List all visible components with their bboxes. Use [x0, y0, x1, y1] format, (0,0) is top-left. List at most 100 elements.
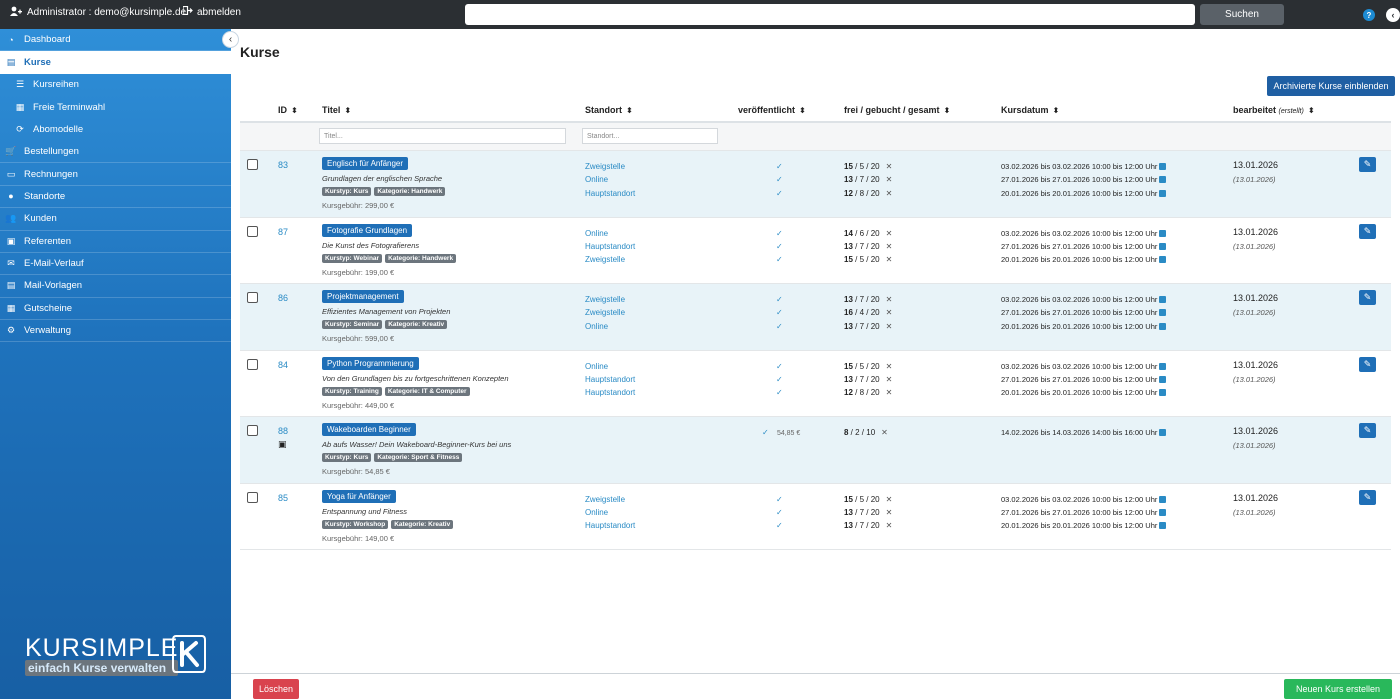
location-link[interactable]: Hauptstandort: [585, 521, 635, 530]
location-link[interactable]: Online: [585, 175, 608, 184]
location-link[interactable]: Zweigstelle: [585, 308, 625, 317]
col-capacity[interactable]: frei / gebucht / gesamt ⬍: [844, 105, 950, 115]
close-icon[interactable]: ✕: [886, 322, 893, 331]
calendar-icon[interactable]: [1159, 495, 1167, 503]
row-checkbox[interactable]: [247, 491, 258, 503]
close-icon[interactable]: ✕: [886, 229, 893, 238]
location-link[interactable]: Zweigstelle: [585, 162, 625, 171]
new-course-button[interactable]: Neuen Kurs erstellen: [1284, 679, 1392, 699]
row-checkbox[interactable]: [247, 425, 258, 436]
sidebar-item-gutscheine[interactable]: ▦ Gutscheine: [0, 298, 231, 321]
col-date[interactable]: Kursdatum ⬍: [1001, 105, 1059, 115]
close-icon[interactable]: ✕: [886, 388, 893, 397]
close-icon[interactable]: ✕: [886, 295, 893, 304]
calendar-icon[interactable]: [1159, 242, 1167, 250]
search-input[interactable]: [465, 4, 1195, 25]
close-icon[interactable]: ✕: [886, 175, 893, 184]
close-icon[interactable]: ✕: [886, 495, 893, 504]
close-icon[interactable]: ✕: [886, 521, 893, 530]
sidebar-item-rechnungen[interactable]: ▭ Rechnungen: [0, 163, 231, 186]
calendar-icon[interactable]: [1159, 309, 1167, 317]
close-icon[interactable]: ✕: [886, 375, 893, 384]
row-checkbox[interactable]: [247, 292, 258, 303]
edit-button[interactable]: ✎: [1359, 290, 1376, 305]
show-archived-button[interactable]: Archivierte Kurse einblenden: [1267, 76, 1395, 96]
location-link[interactable]: Zweigstelle: [585, 255, 625, 264]
edit-button[interactable]: ✎: [1359, 157, 1376, 172]
col-title[interactable]: Titel ⬍: [322, 105, 351, 115]
course-title-badge[interactable]: Wakeboarden Beginner: [322, 423, 416, 436]
calendar-icon[interactable]: [1159, 296, 1167, 303]
close-icon[interactable]: ✕: [886, 508, 893, 517]
sidebar-item-dashboard[interactable]: ◔ Dashboard: [0, 29, 231, 52]
course-id-link[interactable]: 84: [278, 360, 288, 370]
course-id-link[interactable]: 88: [278, 426, 288, 436]
logout-link[interactable]: abmelden: [182, 5, 241, 18]
calendar-icon[interactable]: [1159, 256, 1167, 264]
sidebar-collapse-button[interactable]: ‹: [222, 31, 239, 48]
col-location[interactable]: Standort ⬍: [585, 105, 633, 115]
location-link[interactable]: Online: [585, 508, 608, 517]
collapse-icon[interactable]: ‹: [1386, 8, 1400, 22]
title-filter-input[interactable]: Titel...: [319, 128, 566, 144]
search-button[interactable]: Suchen: [1200, 4, 1284, 25]
sidebar-item-freie-terminwahl[interactable]: ▦ Freie Terminwahl: [0, 96, 231, 118]
calendar-icon[interactable]: [1159, 362, 1167, 370]
course-id-link[interactable]: 85: [278, 493, 288, 503]
calendar-icon[interactable]: [1159, 229, 1167, 237]
location-link[interactable]: Hauptstandort: [585, 388, 635, 397]
sidebar-item-abomodelle[interactable]: ⟳ Abomodelle: [0, 119, 231, 141]
course-title-badge[interactable]: Fotografie Grundlagen: [322, 223, 413, 237]
close-icon[interactable]: ✕: [886, 162, 893, 171]
close-icon[interactable]: ✕: [886, 189, 893, 198]
edit-button[interactable]: ✎: [1359, 423, 1376, 438]
course-id-link[interactable]: 86: [278, 293, 288, 303]
sidebar-item-bestellungen[interactable]: 🛒 Bestellungen: [0, 141, 231, 164]
course-title-badge[interactable]: Python Programmierung: [322, 356, 419, 370]
sidebar-item-kurse[interactable]: ▤ Kurse: [0, 51, 231, 74]
edit-button[interactable]: ✎: [1359, 223, 1376, 239]
course-title-badge[interactable]: Yoga für Anfänger: [322, 489, 396, 503]
course-title-badge[interactable]: Projektmanagement: [322, 290, 404, 303]
calendar-icon[interactable]: [1159, 389, 1167, 397]
close-icon[interactable]: ✕: [886, 242, 893, 251]
location-link[interactable]: Online: [585, 229, 608, 238]
close-icon[interactable]: ✕: [886, 255, 893, 264]
location-link[interactable]: Hauptstandort: [585, 189, 635, 198]
calendar-icon[interactable]: [1159, 189, 1167, 197]
col-published[interactable]: veröffentlicht ⬍: [738, 105, 806, 115]
sidebar-item-e-mail-verlauf[interactable]: ✉ E-Mail-Verlauf: [0, 253, 231, 276]
calendar-icon[interactable]: [1159, 176, 1167, 184]
sidebar-item-kursreihen[interactable]: ☰ Kursreihen: [0, 74, 231, 96]
row-checkbox[interactable]: [247, 159, 258, 170]
calendar-icon[interactable]: [1159, 508, 1167, 516]
calendar-icon[interactable]: [1159, 522, 1167, 530]
course-id-link[interactable]: 87: [278, 227, 288, 237]
sidebar-item-mail-vorlagen[interactable]: ▤ Mail-Vorlagen: [0, 275, 231, 298]
location-link[interactable]: Online: [585, 322, 608, 331]
course-id-link[interactable]: 83: [278, 160, 288, 170]
row-checkbox[interactable]: [247, 358, 258, 370]
col-id[interactable]: ID ⬍: [278, 105, 298, 115]
location-filter-input[interactable]: Standort...: [582, 128, 718, 144]
delete-button[interactable]: Löschen: [253, 679, 299, 699]
row-checkbox[interactable]: [247, 225, 258, 237]
edit-button[interactable]: ✎: [1359, 489, 1376, 505]
location-link[interactable]: Zweigstelle: [585, 495, 625, 504]
help-icon[interactable]: ?: [1363, 9, 1375, 21]
close-icon[interactable]: ✕: [881, 428, 888, 437]
col-edited[interactable]: bearbeitet (erstellt) ⬍: [1233, 105, 1315, 115]
location-link[interactable]: Online: [585, 362, 608, 371]
edit-button[interactable]: ✎: [1359, 356, 1376, 372]
calendar-icon[interactable]: [1159, 375, 1167, 383]
location-link[interactable]: Zweigstelle: [585, 295, 625, 304]
sidebar-item-kunden[interactable]: 👥 Kunden: [0, 208, 231, 231]
calendar-icon[interactable]: [1159, 429, 1167, 436]
sidebar-item-verwaltung[interactable]: ⚙ Verwaltung: [0, 320, 231, 343]
close-icon[interactable]: ✕: [886, 308, 893, 317]
location-link[interactable]: Hauptstandort: [585, 242, 635, 251]
location-link[interactable]: Hauptstandort: [585, 375, 635, 384]
sidebar-item-referenten[interactable]: ▣ Referenten: [0, 231, 231, 253]
course-title-badge[interactable]: Englisch für Anfänger: [322, 157, 409, 170]
calendar-icon[interactable]: [1159, 163, 1167, 170]
